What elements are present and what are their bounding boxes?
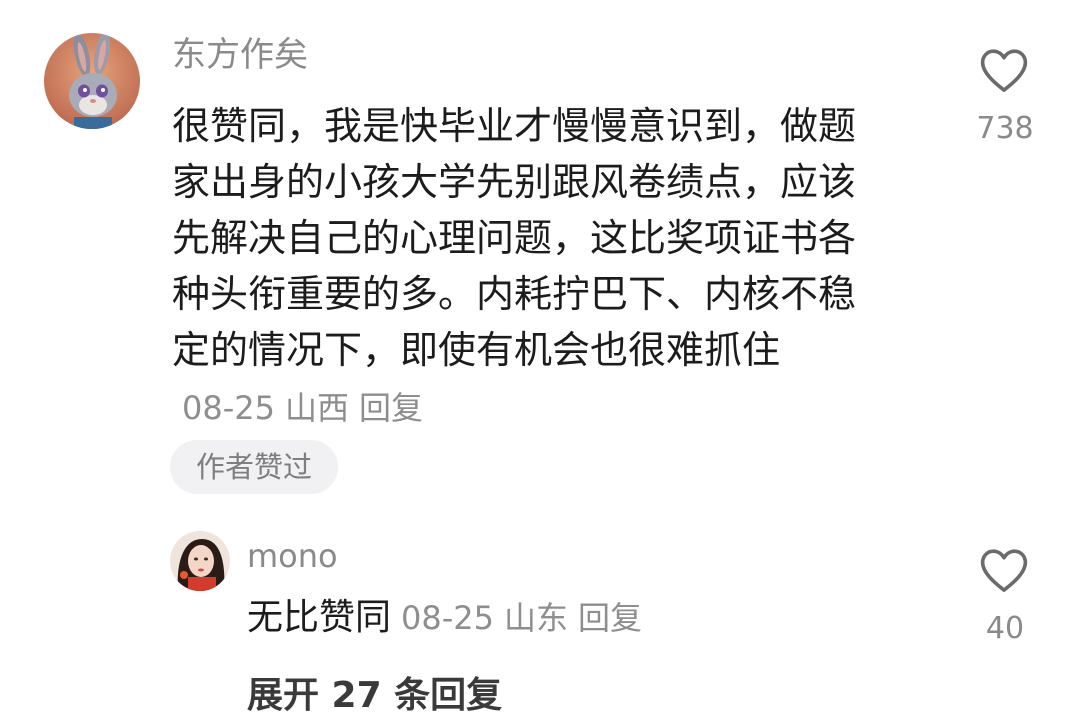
like-count: 738 (976, 111, 1034, 146)
reply-reply-button[interactable]: 回复 (578, 599, 642, 637)
heart-outline-icon[interactable] (977, 544, 1031, 598)
reply-username[interactable]: mono (247, 534, 338, 578)
reply-like-count: 40 (985, 611, 1025, 646)
comment-date: 08-25 (182, 389, 275, 427)
expand-replies-link[interactable]: 展开 27 条回复 (247, 671, 502, 721)
reply-date: 08-25 (401, 599, 494, 637)
reply-button[interactable]: 回复 (359, 389, 423, 427)
commenter-name[interactable]: 东方作矣 (172, 32, 308, 78)
reply-location: 山东 (504, 599, 569, 637)
comment-body: 很赞同，我是快毕业才慢慢意识到，做题家出身的小孩大学先别跟风卷绩点，应该先解决自… (172, 98, 892, 436)
comment-location: 山西 (284, 389, 349, 427)
heart-outline-icon[interactable] (977, 44, 1031, 98)
reply-text: 无比赞同 (247, 597, 392, 638)
author-liked-badge: 作者赞过 (170, 440, 338, 494)
comment-meta: 08-25 山西 回复 (182, 389, 433, 427)
reply-avatar[interactable] (170, 531, 230, 591)
comment-text: 很赞同，我是快毕业才慢慢意识到，做题家出身的小孩大学先别跟风卷绩点，应该先解决自… (172, 104, 857, 372)
reply-meta: 08-25 山东 回复 (401, 599, 652, 637)
commenter-avatar[interactable] (44, 33, 140, 129)
reply-body: 无比赞同 08-25 山东 回复 (247, 592, 652, 644)
